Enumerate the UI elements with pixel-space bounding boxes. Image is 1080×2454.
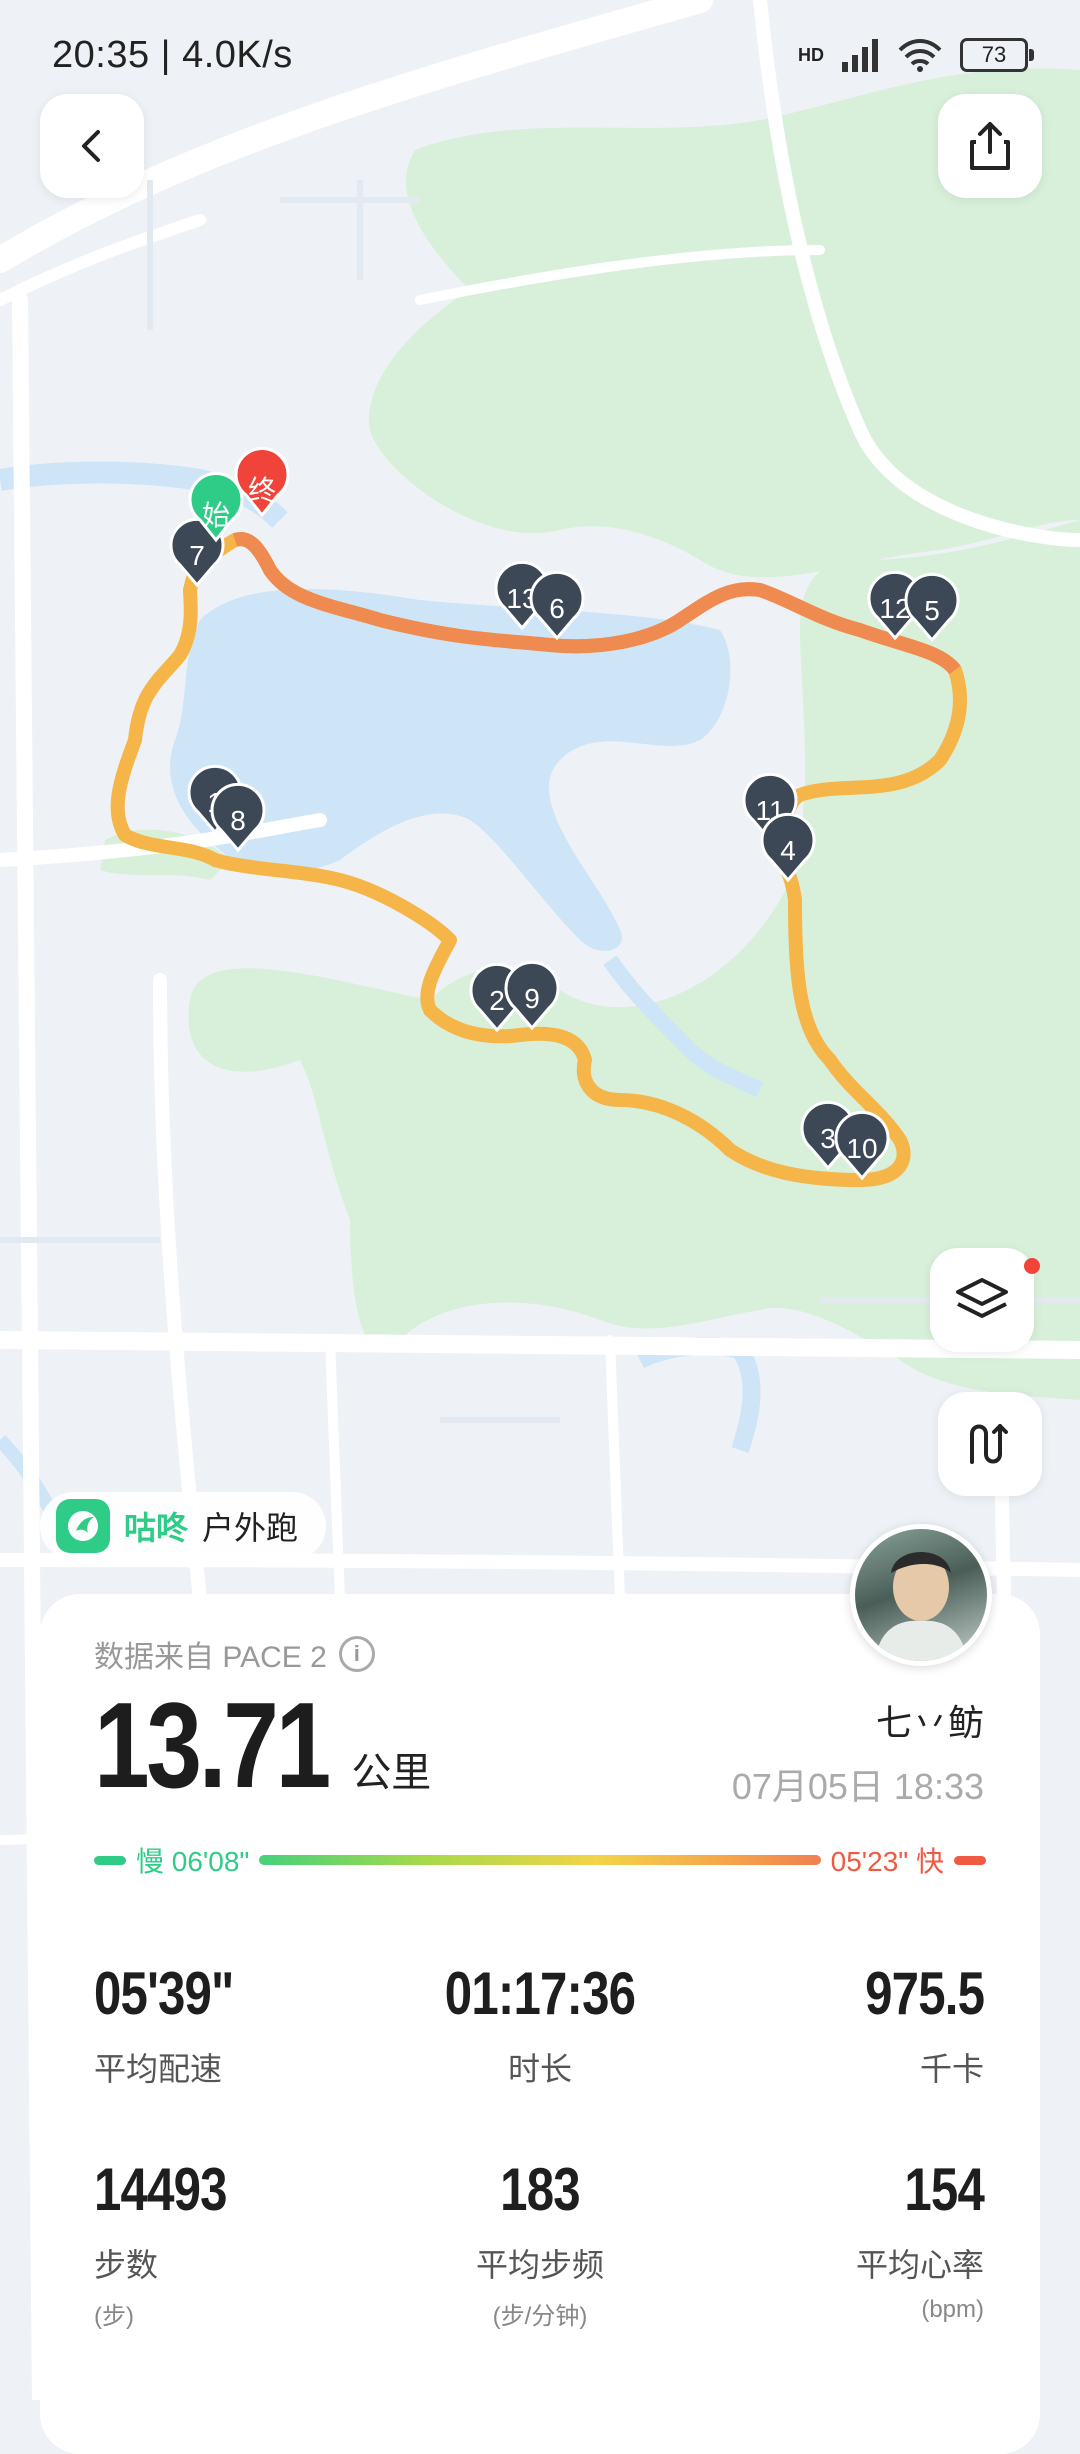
- data-source-text: 数据来自 PACE 2: [94, 1641, 327, 1674]
- svg-text:7: 7: [189, 540, 205, 571]
- svg-text:3: 3: [820, 1123, 836, 1154]
- stat-label: 平均步频: [475, 2247, 604, 2283]
- stat-unit: (步): [94, 2303, 134, 2330]
- stat-label: 时长: [507, 2051, 572, 2087]
- workout-datetime: 07月05日 18:33: [731, 1766, 984, 1807]
- stat-avg-pace: 05'39" 平均配速: [94, 1964, 264, 2090]
- svg-text:9: 9: [524, 983, 540, 1014]
- stat-value: 975.5: [864, 1960, 985, 2027]
- brand-name: 咕咚: [124, 1510, 189, 1546]
- stat-heart-rate: 154 平均心率 (bpm): [855, 2156, 985, 2324]
- app-brand-chip: 咕咚 户外跑: [40, 1492, 327, 1560]
- workout-summary-card: 数据来自 PACE 2 i 13.71 公里 七丷鲂 07月05日 18:33 …: [40, 1524, 1040, 2454]
- data-source: 数据来自 PACE 2 i: [94, 1632, 375, 1676]
- info-icon[interactable]: i: [338, 1636, 375, 1672]
- svg-text:始: 始: [202, 499, 230, 532]
- layers-icon: [956, 1278, 1008, 1318]
- stat-calories: 975.5 千卡: [839, 1960, 985, 2090]
- stat-unit: (步/分钟): [492, 2303, 588, 2330]
- route-icon: [970, 1424, 1008, 1464]
- stat-steps: 14493 步数 (步): [94, 2160, 256, 2331]
- status-icons: HD 73: [798, 38, 1034, 72]
- back-button[interactable]: [40, 94, 144, 198]
- stat-value: 05'39": [94, 1960, 234, 2027]
- chevron-left-icon: [82, 130, 100, 162]
- stat-value: 01:17:36: [444, 1960, 636, 2027]
- layers-notification-dot: [1024, 1258, 1040, 1274]
- stat-duration: 01:17:36 时长: [320, 1964, 760, 2090]
- svg-text:8: 8: [230, 805, 246, 836]
- svg-text:2: 2: [489, 985, 505, 1016]
- stat-label: 平均心率: [855, 2247, 984, 2283]
- pace-slow-label: 慢 06'08": [136, 1846, 250, 1877]
- signal-icon: [842, 39, 878, 72]
- svg-text:10: 10: [846, 1133, 877, 1164]
- share-icon: [970, 122, 1010, 170]
- status-bar: 20:35 | 4.0K/s HD 73: [0, 0, 1080, 110]
- stat-label: 平均配速: [94, 2051, 223, 2087]
- hd-badge: HD: [798, 44, 824, 65]
- pace-gradient-bar: [259, 1855, 821, 1865]
- distance-value: 13.71: [94, 1677, 331, 1813]
- svg-text:4: 4: [780, 835, 796, 866]
- route-playback-button[interactable]: [938, 1392, 1042, 1496]
- distance-block: 13.71 公里: [94, 1684, 431, 1806]
- share-button[interactable]: [938, 94, 1042, 198]
- activity-type: 户外跑: [202, 1510, 299, 1546]
- codoon-logo-icon: [56, 1499, 110, 1553]
- distance-unit: 公里: [351, 1751, 432, 1795]
- pace-fast-label: 05'23" 快: [830, 1846, 944, 1877]
- svg-text:终: 终: [248, 474, 276, 507]
- stat-label: 千卡: [919, 2051, 984, 2087]
- pace-slow-swatch: [94, 1855, 126, 1865]
- pace-fast-swatch: [954, 1855, 986, 1865]
- svg-text:6: 6: [549, 593, 565, 624]
- user-avatar[interactable]: [850, 1524, 992, 1666]
- stat-value: 154: [904, 2156, 984, 2223]
- svg-text:5: 5: [924, 595, 940, 626]
- map-layers-button[interactable]: [930, 1248, 1034, 1352]
- pace-legend: 慢 06'08" 05'23" 快: [94, 1840, 986, 1880]
- stat-value: 183: [500, 2156, 580, 2223]
- stat-cadence: 183 平均步频 (步/分钟): [320, 2160, 760, 2331]
- stat-value: 14493: [94, 2156, 228, 2223]
- stat-label: 步数: [94, 2247, 159, 2283]
- battery-indicator: 73: [960, 38, 1034, 72]
- username: 七丷鲂: [875, 1702, 984, 1743]
- stat-unit: (bpm): [921, 2296, 984, 2323]
- wifi-icon: [898, 39, 942, 72]
- status-time: 20:35 | 4.0K/s: [52, 33, 293, 76]
